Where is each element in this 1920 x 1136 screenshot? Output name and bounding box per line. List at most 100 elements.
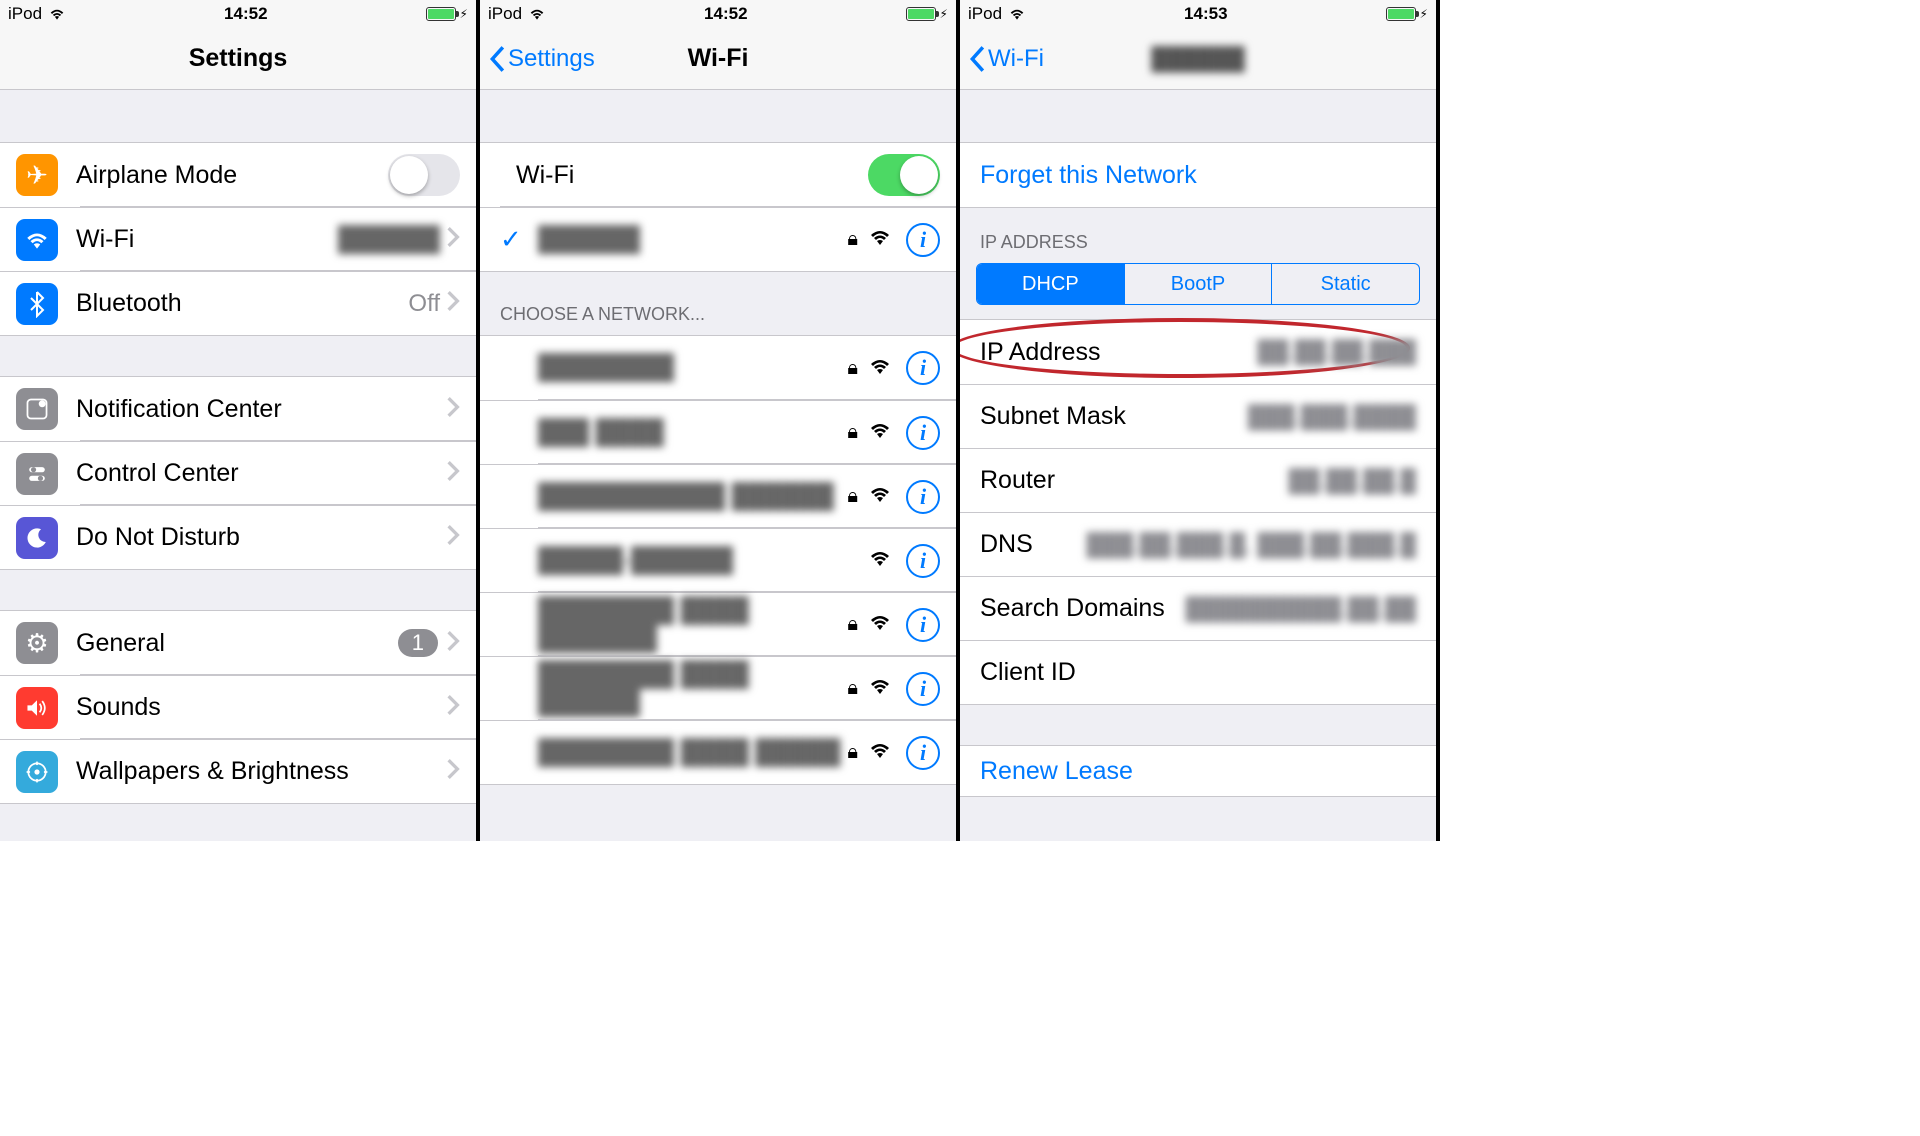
network-name: █████-██████: [538, 547, 868, 575]
wifi-strength-icon: [868, 740, 892, 765]
sound-icon: [16, 687, 58, 729]
row-value: Off: [408, 290, 440, 318]
device-label: iPod: [968, 4, 1002, 24]
status-time: 14:53: [1184, 4, 1227, 24]
row-wifi-toggle[interactable]: Wi-Fi: [480, 143, 956, 207]
chevron-right-icon: [446, 630, 460, 657]
network-row[interactable]: ████████ ████ ███████🔒︎ i: [480, 592, 956, 656]
choose-network-header: CHOOSE A NETWORK...: [480, 272, 956, 335]
row-label: Wi-Fi: [76, 225, 338, 254]
row-value: ██████████.██.██: [1186, 596, 1416, 622]
wifi-strength-icon: [868, 227, 892, 252]
bluetooth-icon: [16, 283, 58, 325]
network-name: ████████: [538, 354, 847, 382]
charging-icon: ⚡︎: [940, 7, 948, 21]
wifi-icon: [48, 7, 66, 21]
wifi-icon: [528, 7, 546, 21]
row-bluetooth[interactable]: Bluetooth Off: [0, 271, 476, 335]
network-name: ███████████ ██████: [538, 483, 847, 511]
row-dns[interactable]: DNS ███.██.███.█, ███.██.███.█: [960, 512, 1436, 576]
forget-label: Forget this Network: [980, 161, 1197, 190]
row-notification-center[interactable]: Notification Center: [0, 377, 476, 441]
wifi-strength-icon: [868, 356, 892, 381]
device-label: iPod: [488, 4, 522, 24]
wifi-icon: [1008, 7, 1026, 21]
battery-icon: [426, 7, 456, 21]
row-control-center[interactable]: Control Center: [0, 441, 476, 505]
status-bar: iPod 14:52 ⚡︎: [0, 0, 476, 28]
row-key: Router: [980, 466, 1055, 495]
row-airplane-mode[interactable]: ✈︎ Airplane Mode: [0, 143, 476, 207]
back-button[interactable]: Wi-Fi: [968, 28, 1044, 89]
info-button[interactable]: i: [906, 544, 940, 578]
network-row[interactable]: ████████ ████ ██████🔒︎i: [480, 656, 956, 720]
charging-icon: ⚡︎: [460, 7, 468, 21]
network-name: ███ ████: [538, 419, 847, 447]
wifi-icon: [16, 219, 58, 261]
ip-mode-segment[interactable]: DHCP BootP Static: [976, 263, 1420, 305]
wifi-strength-icon: [868, 612, 892, 637]
row-value: ██.██.██.█: [1289, 468, 1416, 494]
row-general[interactable]: ⚙︎ General 1: [0, 611, 476, 675]
status-time: 14:52: [224, 4, 267, 24]
back-label: Settings: [508, 45, 595, 73]
row-wallpapers[interactable]: Wallpapers & Brightness: [0, 739, 476, 803]
lock-icon: 🔒︎: [847, 485, 858, 508]
info-button[interactable]: i: [906, 608, 940, 642]
row-sounds[interactable]: Sounds: [0, 675, 476, 739]
network-row[interactable]: ████████🔒︎ i: [480, 336, 956, 400]
badge: 1: [398, 629, 438, 657]
row-search-domains[interactable]: Search Domains ██████████.██.██: [960, 576, 1436, 640]
row-value: ███.██.███.█, ███.██.███.█: [1087, 532, 1416, 558]
lock-icon: 🔒︎: [847, 357, 858, 380]
info-button[interactable]: i: [906, 480, 940, 514]
page-title: Wi-Fi: [688, 44, 749, 73]
row-label: Do Not Disturb: [76, 523, 446, 552]
chevron-left-icon: [488, 45, 506, 73]
info-button[interactable]: i: [906, 223, 940, 257]
row-subnet-mask[interactable]: Subnet Mask ███.███.████: [960, 384, 1436, 448]
network-row[interactable]: ███████████ ██████🔒︎ i: [480, 464, 956, 528]
wifi-toggle[interactable]: [868, 154, 940, 196]
network-row[interactable]: █████-██████ i: [480, 528, 956, 592]
chevron-right-icon: [446, 524, 460, 551]
renew-lease-button[interactable]: Renew Lease: [960, 746, 1436, 796]
nav-bar: Wi-Fi ██████: [960, 28, 1436, 90]
network-row[interactable]: ████████ ████ █████🔒︎i: [480, 720, 956, 784]
info-button[interactable]: i: [906, 672, 940, 706]
row-connected-network[interactable]: ✓ ██████ 🔒︎ i: [480, 207, 956, 271]
tab-static[interactable]: Static: [1271, 264, 1419, 304]
row-key: Subnet Mask: [980, 402, 1126, 431]
network-row[interactable]: ███ ████🔒︎i: [480, 400, 956, 464]
row-key: IP Address: [980, 338, 1100, 367]
row-do-not-disturb[interactable]: Do Not Disturb: [0, 505, 476, 569]
row-client-id[interactable]: Client ID: [960, 640, 1436, 704]
network-name: ████████ ████ ███████: [538, 597, 847, 653]
row-ip-address[interactable]: IP Address ██.██.██.███: [960, 320, 1436, 384]
network-name: ██████: [538, 226, 847, 254]
info-button[interactable]: i: [906, 351, 940, 385]
back-button[interactable]: Settings: [488, 28, 595, 89]
chevron-right-icon: [446, 694, 460, 721]
row-label: General: [76, 629, 398, 658]
airplane-toggle[interactable]: [388, 154, 460, 196]
row-label: Sounds: [76, 693, 446, 722]
row-router[interactable]: Router ██.██.██.█: [960, 448, 1436, 512]
wifi-strength-icon: [868, 676, 892, 701]
row-label: Airplane Mode: [76, 161, 388, 190]
info-button[interactable]: i: [906, 736, 940, 770]
row-label: Wallpapers & Brightness: [76, 757, 446, 786]
info-button[interactable]: i: [906, 416, 940, 450]
network-name: ████████ ████ ██████: [538, 661, 847, 717]
forget-network-button[interactable]: Forget this Network: [960, 143, 1436, 207]
row-wifi[interactable]: Wi-Fi ██████: [0, 207, 476, 271]
status-bar: iPod 14:52 ⚡︎: [480, 0, 956, 28]
tab-bootp[interactable]: BootP: [1124, 264, 1272, 304]
checkmark-icon: ✓: [500, 224, 524, 255]
tab-dhcp[interactable]: DHCP: [977, 264, 1124, 304]
chevron-right-icon: [446, 290, 460, 317]
device-label: iPod: [8, 4, 42, 24]
lock-icon: 🔒︎: [847, 613, 858, 636]
charging-icon: ⚡︎: [1420, 7, 1428, 21]
wifi-strength-icon: [868, 420, 892, 445]
